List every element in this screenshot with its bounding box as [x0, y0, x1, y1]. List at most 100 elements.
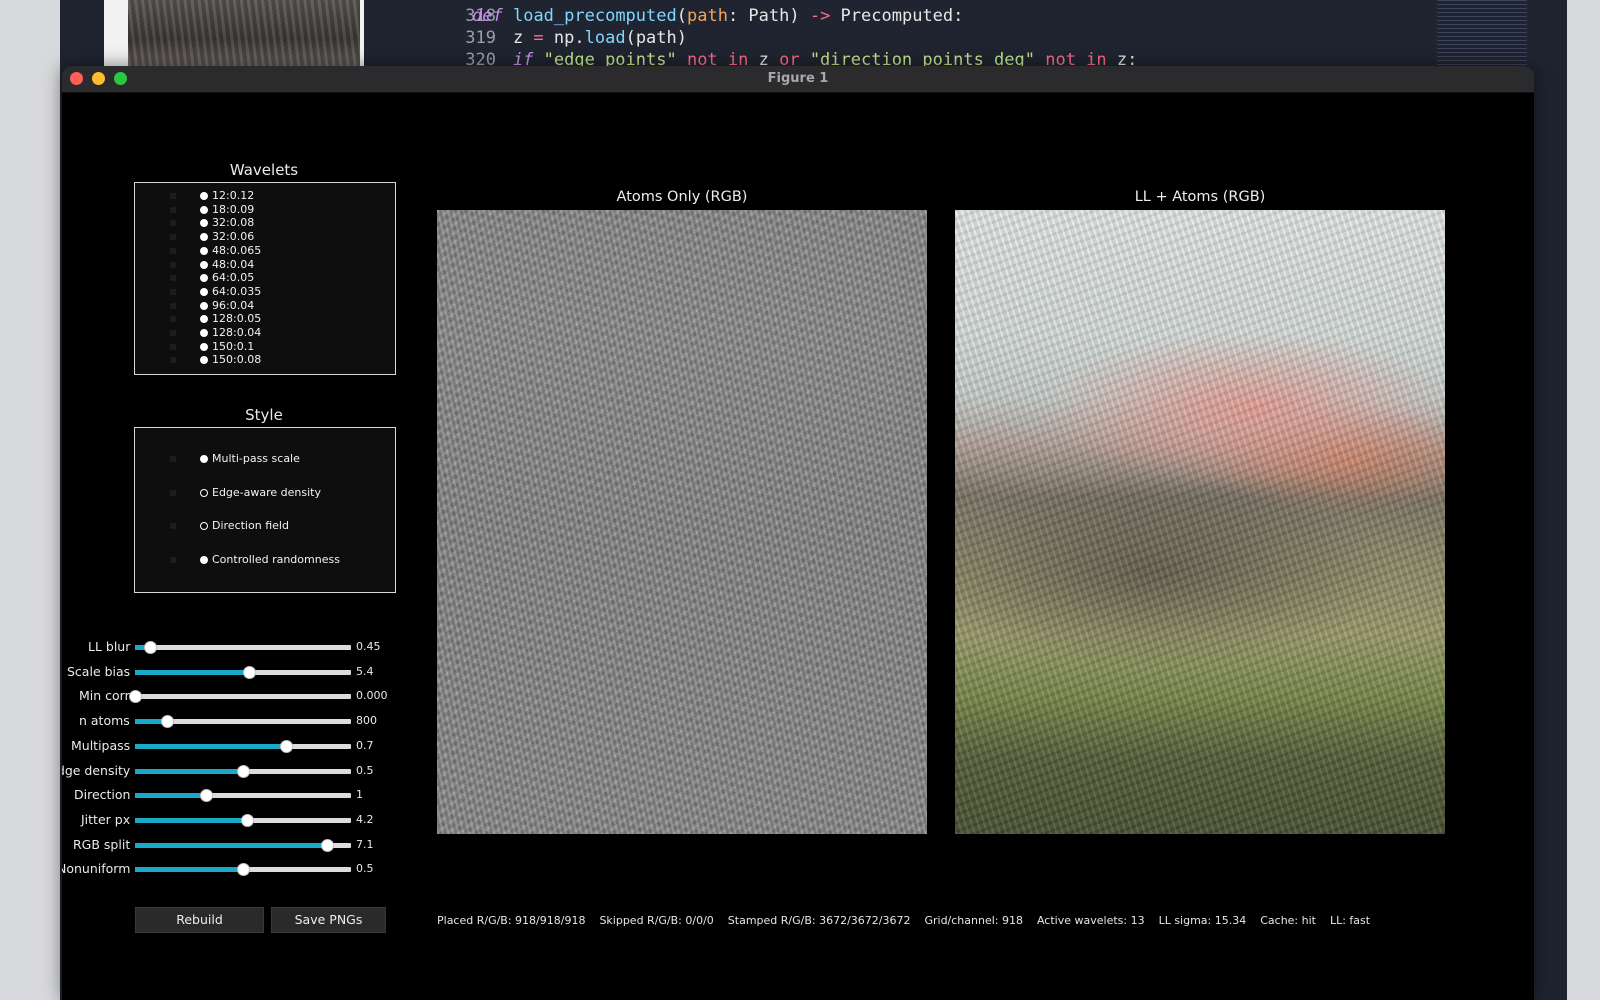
wavelets-option-label: 48:0.065 — [212, 243, 262, 257]
slider-fill — [135, 867, 243, 873]
slider-track[interactable] — [135, 789, 351, 803]
slider-fill — [135, 669, 250, 675]
radio-filled-icon[interactable] — [200, 233, 208, 242]
window-title: Figure 1 — [767, 71, 829, 86]
slider-row: Edge density 0.5 — [62, 761, 462, 781]
code-minimap[interactable] — [1437, 0, 1527, 66]
slider-value: 0.5 — [356, 763, 374, 777]
slider-fill — [135, 793, 207, 799]
slider-track[interactable] — [135, 838, 351, 852]
slider-label: n atoms — [79, 713, 130, 729]
slider-label-clip: RGB split — [62, 835, 132, 855]
wavelets-checklist[interactable]: 12:0.12 18:0.09 32:0.08 32:0.06 48:0.065 48:0… — [134, 182, 396, 375]
code-token: : Path) — [727, 6, 810, 26]
radio-filled-icon[interactable] — [200, 329, 208, 337]
check-square-icon — [170, 275, 176, 282]
slider-row: n atoms 800 — [62, 711, 462, 731]
style-option-label: Direction field — [212, 519, 289, 532]
slider-handle[interactable] — [241, 813, 255, 827]
wavelets-option-label: 64:0.035 — [212, 284, 262, 298]
slider-label: Multipass — [71, 737, 131, 753]
slider-track[interactable] — [135, 641, 351, 654]
slider-track[interactable] — [135, 665, 351, 679]
wavelets-option-label: 96:0.04 — [212, 298, 255, 312]
slider-fill — [135, 743, 287, 749]
slider-value: 0.7 — [356, 738, 374, 752]
slider-fill — [135, 768, 243, 774]
slider-track[interactable] — [135, 715, 351, 729]
slider-handle[interactable] — [237, 863, 250, 877]
wavelets-option-label: 64:0.05 — [212, 271, 255, 285]
code-text: def load_precomputed(path: Path) -> Prec… — [472, 5, 963, 27]
slider-fill — [135, 817, 248, 823]
status-bar-text: Placed R/G/B: 918/918/918 Skipped R/G/B:… — [437, 914, 1371, 927]
figure-window: Figure 1 Wavelets 12:0.12 18:0.09 32:0.08 3… — [62, 66, 1534, 1000]
slider-label: Nonuniform — [62, 861, 131, 877]
radio-filled-icon[interactable] — [200, 260, 208, 269]
style-title: Style — [245, 406, 283, 424]
save-pngs-button[interactable]: Save PNGs — [271, 907, 386, 933]
radio-filled-icon[interactable] — [200, 246, 208, 255]
radio-empty-icon[interactable] — [200, 522, 208, 530]
check-square-icon — [170, 288, 176, 295]
radio-filled-icon[interactable] — [200, 455, 208, 463]
radio-filled-icon[interactable] — [200, 192, 208, 200]
slider-value: 4.2 — [356, 812, 374, 826]
slider-handle[interactable] — [243, 665, 257, 679]
radio-filled-icon[interactable] — [200, 555, 208, 564]
style-option-label: Multi-pass scale — [212, 452, 300, 465]
code-token: load_precomputed — [512, 6, 677, 26]
rebuild-button[interactable]: Rebuild — [135, 907, 264, 933]
titlebar: Figure 1 — [62, 66, 1534, 93]
slider-value: 1 — [356, 788, 363, 802]
slider-handle[interactable] — [129, 690, 142, 704]
slider-handle[interactable] — [144, 641, 158, 654]
slider-label-clip: Min corr — [62, 686, 132, 706]
slider-value: 7.1 — [356, 837, 374, 851]
slider-label-clip: Multipass — [62, 736, 132, 756]
slider-track[interactable] — [135, 813, 351, 827]
radio-filled-icon[interactable] — [200, 287, 208, 296]
slider-row: LL blur 0.45 — [62, 637, 462, 657]
code-token: def — [472, 6, 503, 26]
slider-row: Min corr 0.000 — [62, 686, 462, 706]
check-square-icon — [170, 357, 176, 364]
slider-handle[interactable] — [200, 789, 214, 803]
check-square-icon — [170, 206, 176, 213]
slider-label: Jitter px — [81, 811, 131, 827]
radio-filled-icon[interactable] — [200, 274, 208, 283]
slider-label-clip: Scale bias — [62, 662, 132, 682]
slider-label: Scale bias — [67, 663, 131, 679]
check-square-icon — [170, 343, 176, 350]
radio-empty-icon[interactable] — [200, 488, 208, 497]
style-checklist[interactable]: Multi-pass scale Edge-aware density Direct… — [134, 427, 396, 593]
slider-track[interactable] — [135, 764, 351, 778]
radio-filled-icon[interactable] — [200, 315, 208, 324]
wavelets-option-label: 18:0.09 — [212, 202, 255, 216]
code-token: ( — [676, 6, 687, 26]
slider-label-clip: Jitter px — [62, 810, 132, 830]
radio-filled-icon[interactable] — [200, 219, 208, 228]
slider-row: RGB split 7.1 — [62, 835, 462, 855]
ll-atoms-image — [955, 210, 1445, 834]
check-square-icon — [170, 234, 176, 241]
radio-filled-icon[interactable] — [200, 205, 208, 214]
code-token: path — [686, 6, 728, 26]
slider-handle[interactable] — [321, 838, 335, 852]
slider-handle[interactable] — [237, 764, 250, 778]
slider-label: LL blur — [88, 639, 131, 654]
slider-track[interactable] — [135, 739, 351, 753]
slider-handle[interactable] — [280, 739, 294, 753]
editor-scroll-strip — [1535, 66, 1567, 1000]
wavelets-title: Wavelets — [229, 161, 299, 179]
radio-filled-icon[interactable] — [200, 301, 208, 310]
radio-filled-icon[interactable] — [200, 356, 208, 365]
wavelets-option-label: 150:0.1 — [212, 339, 255, 353]
slider-label: Direction — [74, 787, 131, 803]
wavelets-option-label: 12:0.12 — [212, 189, 255, 202]
radio-filled-icon[interactable] — [200, 342, 208, 351]
slider-handle[interactable] — [161, 715, 175, 729]
slider-track[interactable] — [129, 690, 351, 704]
slider-track[interactable] — [135, 863, 351, 877]
check-square-icon — [170, 489, 176, 496]
